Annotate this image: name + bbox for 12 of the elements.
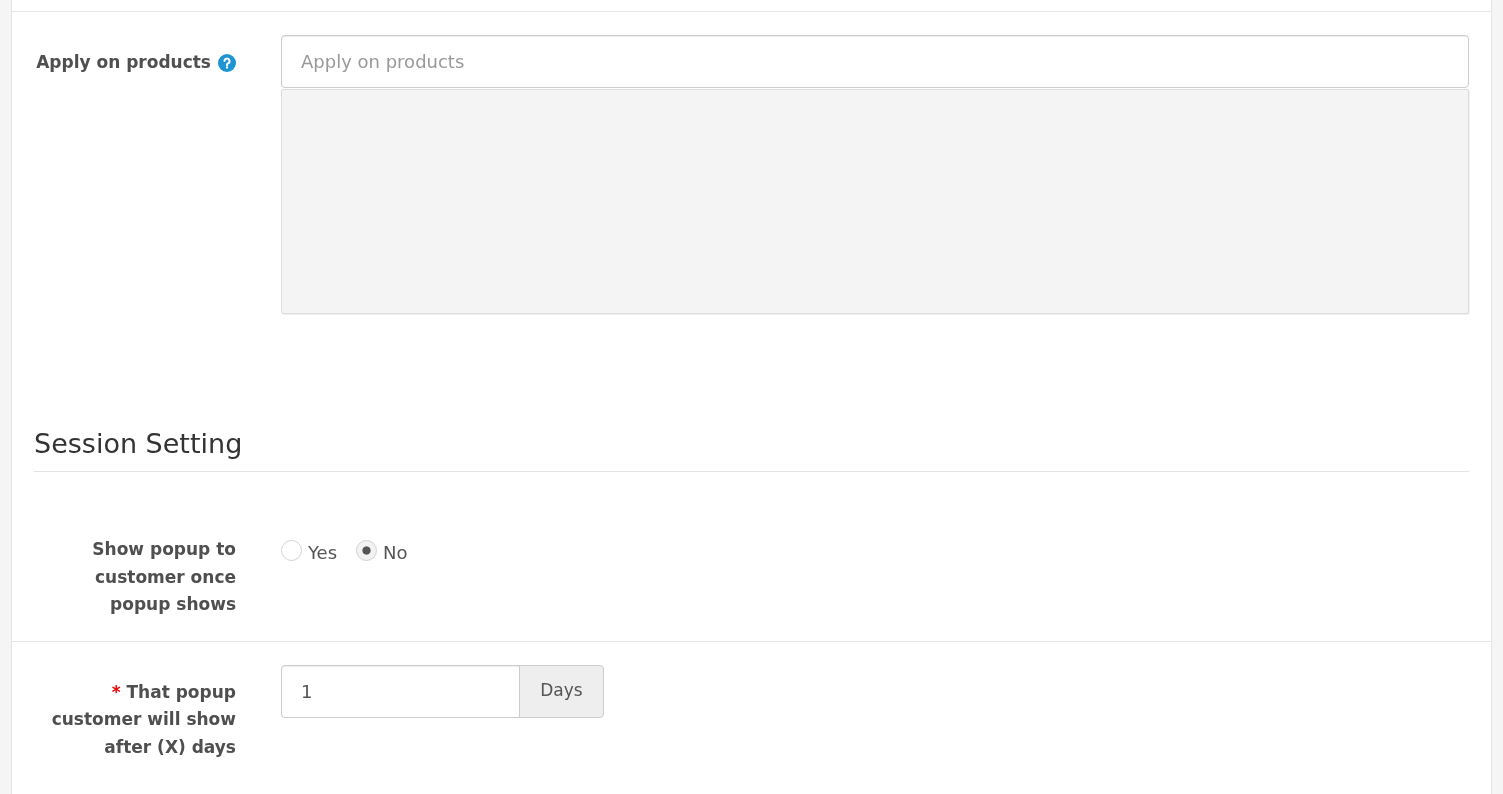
field-label: * That popup customer will show after (X) days (50, 680, 236, 759)
help-icon[interactable] (218, 54, 236, 72)
option-label[interactable]: No (383, 539, 408, 567)
section-heading: Session Setting (34, 427, 243, 461)
field-label: Apply on products (36, 51, 211, 74)
option-label[interactable]: Yes (308, 539, 338, 567)
radio-button[interactable] (281, 540, 302, 561)
search-field[interactable]: Apply on products (281, 35, 1469, 88)
number-field[interactable]: 1 (281, 664, 520, 718)
unit-addon: Days (519, 664, 604, 718)
field-label: Show popup to customer once popup shows (92, 539, 236, 614)
radio-button[interactable] (356, 540, 378, 561)
